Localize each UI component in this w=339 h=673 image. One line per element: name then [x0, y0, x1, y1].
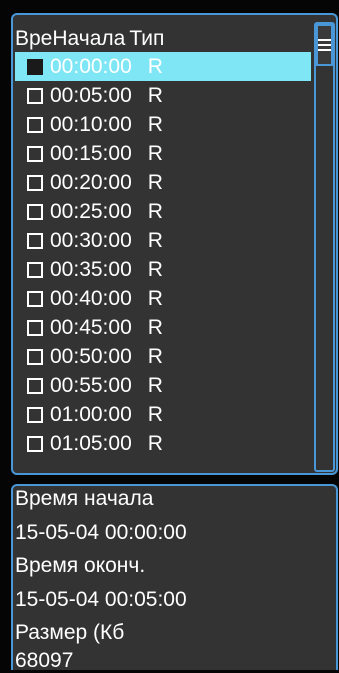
row-checkbox[interactable]	[27, 174, 43, 191]
row-type: R	[147, 54, 163, 78]
row-checkbox[interactable]	[27, 58, 43, 75]
start-time-value: 15-05-04 00:00:00	[15, 521, 187, 544]
recording-row[interactable]: 00:30:00 R	[15, 226, 311, 255]
size-label: Размер (Кб	[15, 621, 125, 644]
row-start-time: 00:15:00	[50, 141, 132, 165]
file-list-panel: ВреНачала Тип 00:00:00 R 00:05:00 R 00:10:00…	[11, 13, 338, 475]
recording-row[interactable]: 00:25:00 R	[15, 197, 311, 226]
recording-row[interactable]: 00:20:00 R	[15, 168, 311, 197]
row-type: R	[147, 402, 163, 426]
row-checkbox[interactable]	[27, 377, 43, 394]
start-time-label: Время начала	[15, 487, 154, 510]
size-value: 68097	[15, 649, 74, 672]
row-checkbox[interactable]	[27, 406, 43, 423]
row-type: R	[147, 373, 163, 397]
column-header-type[interactable]: Тип	[129, 27, 164, 51]
recording-row[interactable]: 00:40:00 R	[15, 284, 311, 313]
row-start-time: 01:00:00	[50, 402, 132, 426]
recording-row[interactable]: 01:00:00 R	[15, 400, 311, 429]
column-header-start-time[interactable]: ВреНачала	[15, 27, 125, 51]
row-start-time: 00:30:00	[50, 228, 132, 252]
row-type: R	[147, 141, 163, 165]
recording-row[interactable]: 00:50:00 R	[15, 342, 311, 371]
recording-row[interactable]: 00:55:00 R	[15, 371, 311, 400]
end-time-label: Время оконч.	[15, 554, 146, 577]
row-type: R	[147, 83, 163, 107]
row-checkbox[interactable]	[27, 87, 43, 104]
row-type: R	[147, 315, 163, 339]
row-start-time: 00:50:00	[50, 344, 132, 368]
scroll-thumb-menu-lines-icon[interactable]	[316, 24, 333, 66]
row-type: R	[147, 431, 163, 455]
row-checkbox[interactable]	[27, 290, 43, 307]
row-start-time: 00:00:00	[50, 54, 132, 78]
recording-row[interactable]: 01:05:00 R	[15, 429, 311, 458]
row-checkbox[interactable]	[27, 348, 43, 365]
row-checkbox[interactable]	[27, 435, 43, 452]
row-start-time: 00:05:00	[50, 83, 132, 107]
row-start-time: 00:25:00	[50, 199, 132, 223]
row-start-time: 00:10:00	[50, 112, 132, 136]
row-checkbox[interactable]	[27, 116, 43, 133]
row-type: R	[147, 199, 163, 223]
row-checkbox[interactable]	[27, 319, 43, 336]
row-type: R	[147, 344, 163, 368]
row-checkbox[interactable]	[27, 203, 43, 220]
row-checkbox[interactable]	[27, 261, 43, 278]
row-start-time: 01:05:00	[50, 431, 132, 455]
recording-row[interactable]: 00:00:00 R	[15, 52, 311, 81]
recording-row[interactable]: 00:45:00 R	[15, 313, 311, 342]
recording-row[interactable]: 00:35:00 R	[15, 255, 311, 284]
list-scrollbar[interactable]	[314, 22, 335, 472]
row-type: R	[147, 286, 163, 310]
row-start-time: 00:55:00	[50, 373, 132, 397]
row-checkbox[interactable]	[27, 232, 43, 249]
row-start-time: 00:45:00	[50, 315, 132, 339]
row-start-time: 00:35:00	[50, 257, 132, 281]
recording-row[interactable]: 00:10:00 R	[15, 110, 311, 139]
list-header: ВреНачала Тип	[15, 25, 164, 53]
row-type: R	[147, 257, 163, 281]
recording-row[interactable]: 00:05:00 R	[15, 81, 311, 110]
row-checkbox[interactable]	[27, 145, 43, 162]
row-start-time: 00:40:00	[50, 286, 132, 310]
row-type: R	[147, 228, 163, 252]
file-info-panel: Время начала 15-05-04 00:00:00 Время око…	[11, 484, 338, 672]
row-start-time: 00:20:00	[50, 170, 132, 194]
recording-list: 00:00:00 R 00:05:00 R 00:10:00 R 00:15:00 R 00:2…	[15, 52, 311, 472]
recording-row[interactable]: 00:15:00 R	[15, 139, 311, 168]
row-type: R	[147, 112, 163, 136]
end-time-value: 15-05-04 00:05:00	[15, 588, 187, 611]
row-type: R	[147, 170, 163, 194]
